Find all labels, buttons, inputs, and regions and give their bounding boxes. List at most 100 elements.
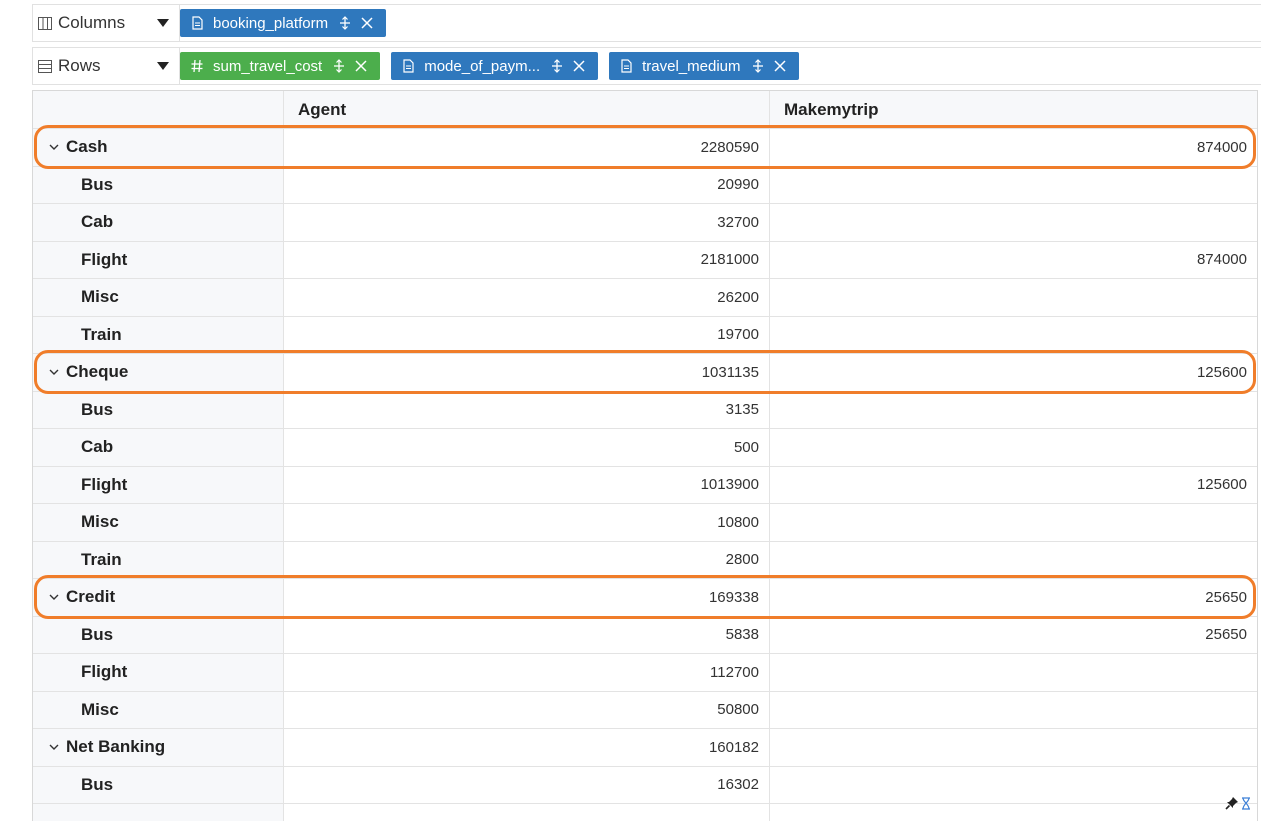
sort-icon[interactable] (332, 59, 346, 73)
chevron-down-icon[interactable] (48, 143, 60, 151)
close-icon[interactable] (773, 59, 787, 73)
table-row: Misc 10800 (33, 504, 1257, 542)
sort-icon[interactable] (338, 16, 352, 30)
row-label-cell: Flight (33, 241, 284, 278)
row-label-cell: Bus (33, 616, 284, 653)
group-label-cell[interactable]: Credit (33, 579, 284, 616)
row-label-cell: Bus (33, 166, 284, 203)
rows-pill[interactable]: sum_travel_cost (180, 52, 381, 80)
hash-icon (190, 59, 204, 73)
pivot-table: Agent Makemytrip Cash 2280590 874000 Bus 209… (32, 90, 1258, 821)
pill-label: travel_medium (642, 57, 741, 75)
row-label-cell: Misc (33, 279, 284, 316)
rows-pills: sum_travel_cost mode_of_paym... travel_med… (180, 52, 799, 80)
rows-icon (38, 59, 52, 73)
makemytrip-value-cell (770, 767, 1257, 804)
sort-icon[interactable] (751, 59, 765, 73)
makemytrip-value-cell: 874000 (1196, 138, 1247, 156)
makemytrip-value-cell (770, 654, 1257, 691)
chevron-down-icon[interactable] (48, 743, 60, 751)
corner-icons (1225, 796, 1251, 810)
hourglass-icon (1242, 796, 1250, 810)
close-icon[interactable] (360, 16, 374, 30)
column-header-makemytrip[interactable]: Makemytrip (770, 91, 1257, 128)
group-label: Cash (66, 137, 108, 157)
makemytrip-value-cell (770, 167, 1257, 204)
row-label-cell: Cab (33, 429, 284, 466)
makemytrip-value-cell (770, 279, 1257, 316)
makemytrip-value-cell: 125600 (1196, 363, 1247, 381)
row-label-cell: Train (33, 541, 284, 578)
group-label-cell[interactable]: Net Banking (33, 729, 284, 766)
columns-shelf: Columns booking_platform (32, 4, 1261, 42)
table-row: Misc 50800 (33, 691, 1257, 729)
pill-label: booking_platform (213, 14, 329, 32)
chevron-down-icon[interactable] (48, 593, 60, 601)
table-row: Bus 16302 (33, 766, 1257, 804)
table-row: Train 19700 (33, 316, 1257, 354)
makemytrip-value-cell: 874000 (1196, 251, 1247, 269)
makemytrip-value-cell (770, 204, 1257, 241)
row-label-cell: Flight (33, 654, 284, 691)
document-icon (401, 59, 415, 73)
agent-value-cell: 2280590 (284, 129, 770, 166)
row-label-cell: Bus (33, 391, 284, 428)
row-label-cell: Bus (33, 766, 284, 803)
columns-icon (38, 16, 52, 30)
row-label-cell: Cab (33, 204, 284, 241)
makemytrip-value-cell (770, 317, 1257, 354)
document-icon (619, 59, 633, 73)
table-row: Bus 5838 25650 (33, 616, 1257, 654)
rows-shelf: Rows sum_travel_cost mode_of_paym... trave… (32, 47, 1261, 85)
columns-shelf-header[interactable]: Columns (33, 5, 180, 41)
table-row: Flight 2181000 874000 (33, 241, 1257, 279)
agent-value-cell: 112700 (284, 654, 770, 691)
makemytrip-value-cell (770, 504, 1257, 541)
makemytrip-value-cell: 25650 (1205, 588, 1247, 606)
rows-pill[interactable]: mode_of_paym... (391, 52, 599, 80)
group-label-cell[interactable]: Cash (33, 129, 284, 166)
columns-shelf-label: Columns (58, 13, 126, 32)
columns-dropdown-icon[interactable] (157, 19, 169, 27)
makemytrip-value-cell (770, 542, 1257, 579)
agent-value-cell: 10800 (284, 504, 770, 541)
table-row: Cab 32700 (33, 204, 1257, 242)
table-row (33, 804, 1257, 821)
row-label-cell (33, 804, 284, 821)
close-icon[interactable] (354, 59, 368, 73)
corner-header-cell (33, 91, 284, 128)
agent-value-cell: 160182 (284, 729, 770, 766)
agent-value-cell: 32700 (284, 204, 770, 241)
makemytrip-value-cell (770, 429, 1257, 466)
rows-dropdown-icon[interactable] (157, 62, 169, 70)
agent-value-cell: 169338 (284, 579, 770, 616)
table-row: Flight 1013900 125600 (33, 466, 1257, 504)
agent-value-cell: 50800 (284, 691, 770, 728)
makemytrip-value-cell (770, 692, 1257, 729)
rows-shelf-header[interactable]: Rows (33, 48, 180, 84)
row-label-cell: Misc (33, 691, 284, 728)
chevron-down-icon[interactable] (48, 368, 60, 376)
group-label-cell[interactable]: Cheque (33, 354, 284, 391)
makemytrip-value-cell: 25650 (1205, 626, 1247, 644)
agent-value-cell: 1031135 (284, 354, 770, 391)
group-label: Cheque (66, 362, 129, 382)
table-row: Misc 26200 (33, 279, 1257, 317)
group-label: Credit (66, 587, 116, 607)
sort-icon[interactable] (550, 59, 564, 73)
columns-pill[interactable]: booking_platform (180, 9, 387, 37)
agent-value-cell: 5838 (284, 616, 770, 653)
group-label: Net Banking (66, 737, 166, 757)
close-icon[interactable] (572, 59, 586, 73)
rows-pill[interactable]: travel_medium (609, 52, 799, 80)
makemytrip-value-cell (770, 729, 1257, 766)
row-label-cell: Misc (33, 504, 284, 541)
agent-value-cell (284, 804, 770, 821)
document-icon (190, 16, 204, 30)
agent-value-cell: 500 (284, 429, 770, 466)
column-header-agent[interactable]: Agent (284, 91, 770, 128)
agent-value-cell: 3135 (284, 391, 770, 428)
pin-icon[interactable] (1225, 796, 1239, 810)
agent-value-cell: 20990 (284, 166, 770, 203)
table-row: Flight 112700 (33, 654, 1257, 692)
